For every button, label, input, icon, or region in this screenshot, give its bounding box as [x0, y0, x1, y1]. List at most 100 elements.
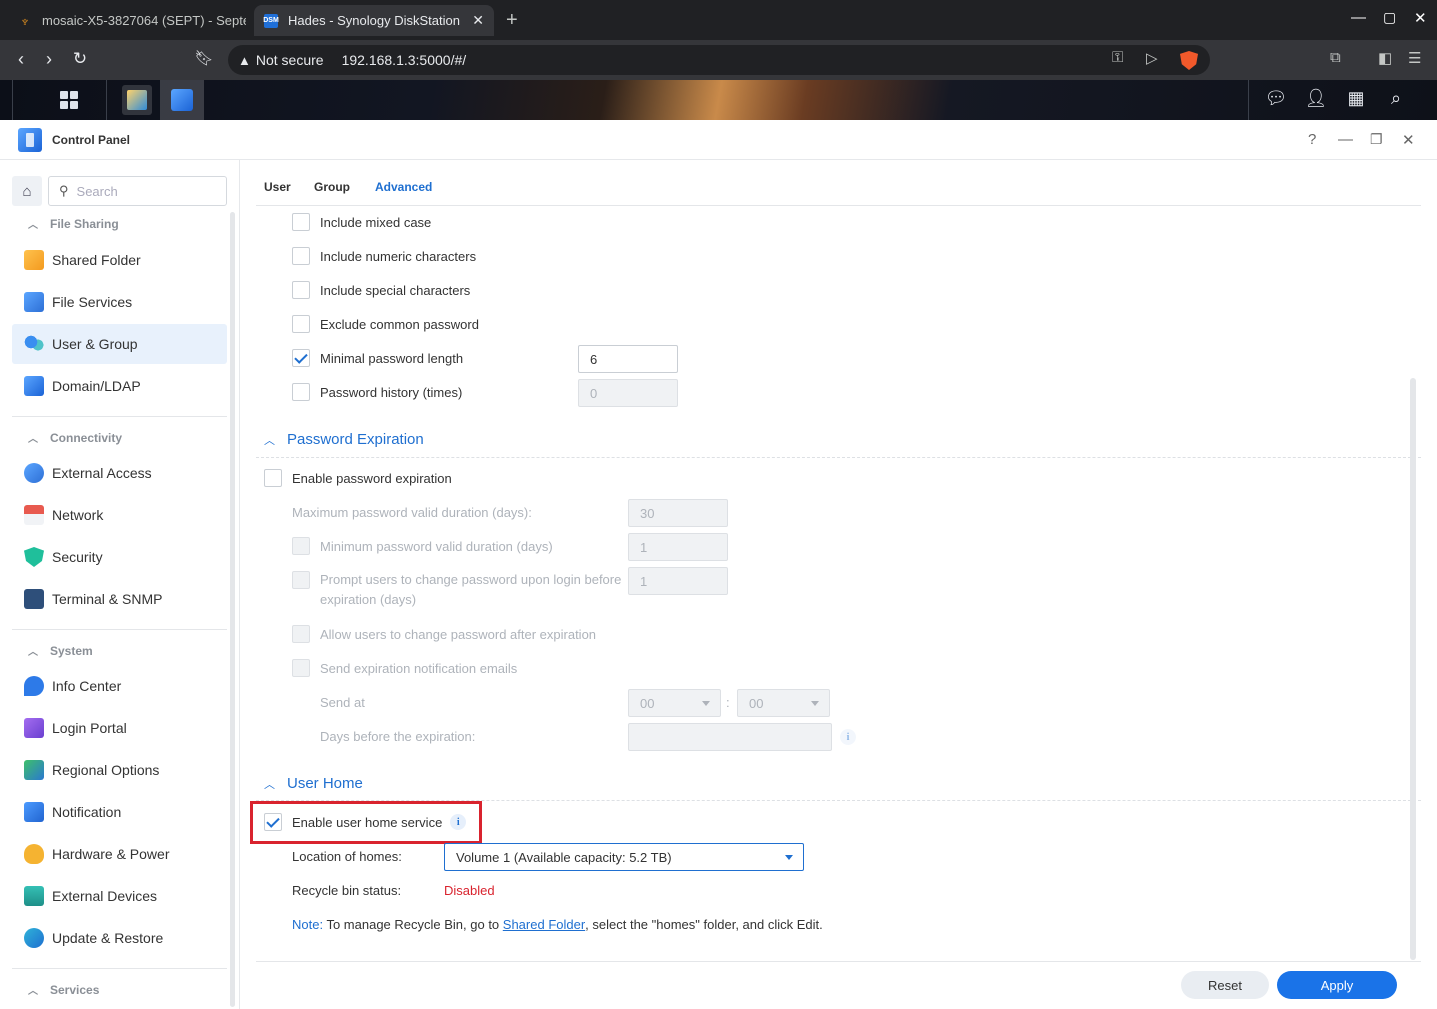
sidebar-item-security[interactable]: Security: [12, 537, 227, 577]
section-file-sharing[interactable]: ︿ File Sharing: [28, 216, 119, 232]
sidebar-item-regional-options[interactable]: Regional Options: [12, 750, 227, 790]
checkbox[interactable]: [292, 659, 310, 677]
password-history-input[interactable]: 0: [578, 379, 678, 407]
content-scrollbar[interactable]: [1410, 378, 1416, 960]
key-icon[interactable]: ⚿: [1112, 49, 1123, 66]
file-station-taskbar-button[interactable]: [118, 80, 156, 120]
sidebar-item-external-devices[interactable]: External Devices: [12, 876, 227, 916]
address-bar[interactable]: ▲ Not secure 192.168.1.3:5000/#/: [228, 45, 1210, 75]
checkbox[interactable]: [292, 315, 310, 333]
rule-password-history[interactable]: Password history (times): [292, 383, 462, 401]
notification-icon: [24, 802, 44, 822]
days-before-input[interactable]: [628, 723, 832, 751]
search-box[interactable]: ⚲: [48, 176, 227, 206]
section-connectivity[interactable]: ︿ Connectivity: [28, 430, 122, 446]
sidebar-item-notification[interactable]: Notification: [12, 792, 227, 832]
sidebar-scrollbar[interactable]: [230, 212, 235, 1007]
restore-icon[interactable]: ❐: [1370, 131, 1383, 148]
checkbox[interactable]: [292, 537, 310, 555]
checkbox[interactable]: [292, 247, 310, 265]
file-services-icon: [24, 292, 44, 312]
tab-bar: User Group Advanced: [256, 160, 1421, 206]
minimize-window-icon[interactable]: —: [1351, 9, 1366, 26]
max-duration-input[interactable]: 30: [628, 499, 728, 527]
search-icon[interactable]: ⌕: [1376, 88, 1416, 109]
home-button[interactable]: ⌂: [12, 176, 42, 206]
sidebar-item-login-portal[interactable]: Login Portal: [12, 708, 227, 748]
user-icon[interactable]: 👤︎: [1296, 88, 1336, 109]
apply-button[interactable]: Apply: [1277, 971, 1397, 999]
tab-group[interactable]: Group: [314, 180, 350, 194]
tab-search-icon[interactable]: ⧉: [1330, 49, 1341, 66]
reset-button[interactable]: Reset: [1181, 971, 1269, 999]
sidebar-toggle-icon[interactable]: ◧: [1378, 49, 1392, 67]
close-tab-icon[interactable]: ✕: [472, 12, 484, 29]
rule-numeric[interactable]: Include numeric characters: [292, 247, 476, 265]
info-icon[interactable]: i: [840, 729, 856, 745]
min-duration-input[interactable]: 1: [628, 533, 728, 561]
sidebar-search-input[interactable]: [76, 183, 207, 199]
password-expiration-header[interactable]: ︿ Password Expiration: [264, 431, 424, 448]
sidebar-item-domain-ldap[interactable]: Domain/LDAP: [12, 366, 227, 406]
checkbox[interactable]: [292, 383, 310, 401]
new-tab-icon[interactable]: +: [506, 9, 518, 32]
bookmark-icon[interactable]: 🔖︎: [193, 49, 215, 67]
file-station-icon: [127, 90, 147, 110]
rule-special[interactable]: Include special characters: [292, 281, 470, 299]
checkbox[interactable]: [264, 469, 282, 487]
browser-tab-2[interactable]: DSM Hades - Synology DiskStation ✕: [254, 5, 494, 36]
close-icon[interactable]: ✕: [1402, 131, 1415, 149]
chevron-up-icon: ︿: [28, 647, 38, 658]
rule-min-length[interactable]: Minimal password length: [292, 349, 463, 367]
checkbox[interactable]: [292, 281, 310, 299]
main-menu-button[interactable]: [32, 80, 106, 120]
shared-folder-link[interactable]: Shared Folder: [503, 917, 585, 932]
regional-options-icon: [24, 760, 44, 780]
sidebar-item-network[interactable]: Network: [12, 495, 227, 535]
control-panel-taskbar-button[interactable]: [160, 80, 204, 120]
maximize-window-icon[interactable]: ▢: [1383, 9, 1396, 26]
sidebar-item-external-access[interactable]: External Access: [12, 453, 227, 493]
rule-exclude-common[interactable]: Exclude common password: [292, 315, 479, 333]
user-home-header[interactable]: ︿ User Home: [264, 775, 363, 792]
sidebar-item-hardware-power[interactable]: Hardware & Power: [12, 834, 227, 874]
hour-select[interactable]: 00: [628, 689, 721, 717]
location-select[interactable]: Volume 1 (Available capacity: 5.2 TB): [444, 843, 804, 871]
section-services[interactable]: ︿ Services: [28, 982, 99, 998]
prompt-change-row[interactable]: Prompt users to change password upon log…: [292, 571, 621, 610]
chat-icon[interactable]: 💬︎: [1256, 88, 1296, 109]
tab-user[interactable]: User: [264, 180, 291, 194]
sidebar-item-info-center[interactable]: Info Center: [12, 666, 227, 706]
highlight-box: [250, 801, 482, 844]
tab-advanced[interactable]: Advanced: [375, 180, 432, 194]
allow-after-expiration-row[interactable]: Allow users to change password after exp…: [292, 625, 596, 643]
min-duration-row[interactable]: Minimum password valid duration (days): [292, 537, 553, 555]
widgets-icon[interactable]: ▦: [1336, 88, 1376, 109]
prompt-change-input[interactable]: 1: [628, 567, 728, 595]
sidebar-item-shared-folder[interactable]: Shared Folder: [12, 240, 227, 280]
help-icon[interactable]: ?: [1308, 131, 1316, 148]
forward-icon[interactable]: ›: [38, 49, 60, 70]
minute-select[interactable]: 00: [737, 689, 830, 717]
checkbox-checked[interactable]: [292, 349, 310, 367]
section-system[interactable]: ︿ System: [28, 643, 93, 659]
sidebar-item-user-group[interactable]: User & Group: [12, 324, 227, 364]
rule-mixed-case[interactable]: Include mixed case: [292, 213, 431, 231]
checkbox[interactable]: [292, 571, 310, 589]
min-length-input[interactable]: 6: [578, 345, 678, 373]
browser-tab-1[interactable]: ♆ mosaic-X5-3827064 (SEPT) - Septe: [8, 5, 246, 36]
info-center-icon: [24, 676, 44, 696]
send-notification-row[interactable]: Send expiration notification emails: [292, 659, 517, 677]
back-icon[interactable]: ‹: [10, 49, 32, 70]
minimize-icon[interactable]: —: [1338, 131, 1353, 148]
sidebar-item-terminal-snmp[interactable]: Terminal & SNMP: [12, 579, 227, 619]
share-icon[interactable]: ▷: [1146, 49, 1158, 67]
sidebar-item-file-services[interactable]: File Services: [12, 282, 227, 322]
checkbox[interactable]: [292, 213, 310, 231]
menu-icon[interactable]: ☰: [1408, 49, 1421, 67]
checkbox[interactable]: [292, 625, 310, 643]
enable-password-expiration[interactable]: Enable password expiration: [264, 469, 452, 487]
sidebar-item-update-restore[interactable]: Update & Restore: [12, 918, 227, 958]
close-window-icon[interactable]: ✕: [1414, 9, 1427, 27]
reload-icon[interactable]: ↻: [69, 49, 91, 69]
